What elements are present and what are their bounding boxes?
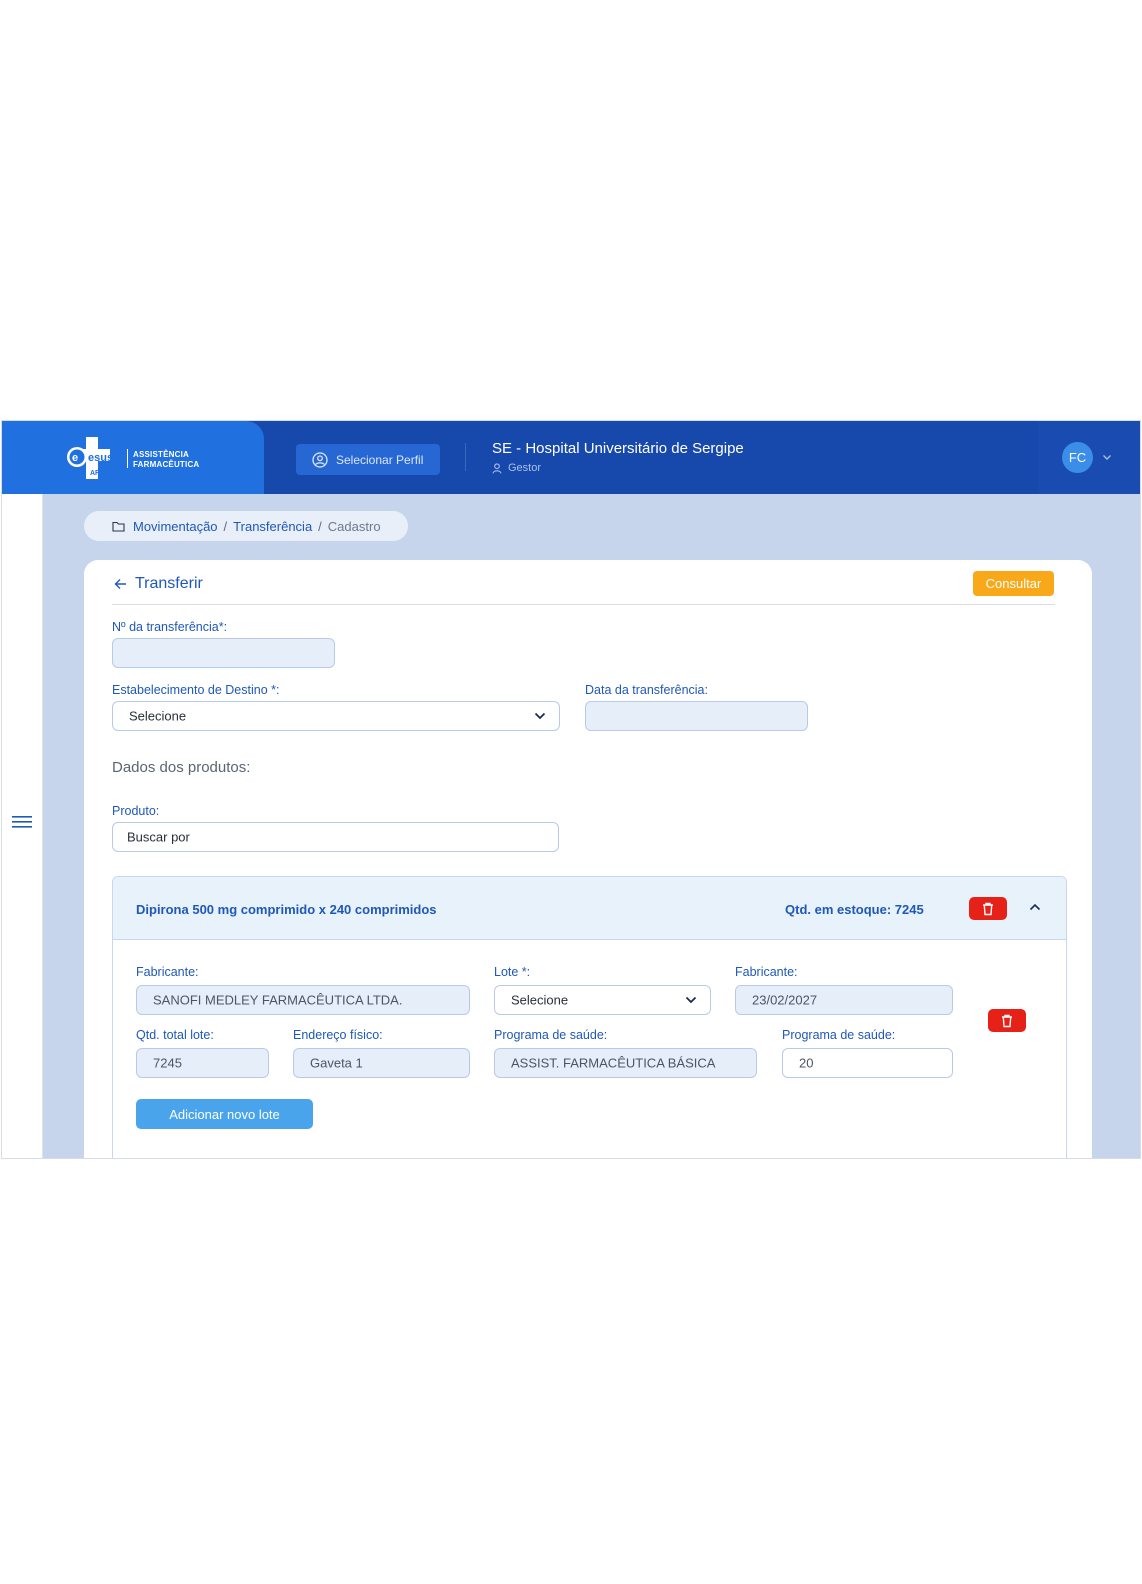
chevron-up-icon[interactable] [1029, 903, 1041, 911]
app-window: e esus AF ASSISTÊNCIA FARMACÊUTICA Selec… [1, 420, 1141, 1159]
quantity-label: Programa de saúde: [782, 1028, 896, 1042]
breadcrumb-separator: / [223, 518, 228, 534]
product-name: Dipirona 500 mg comprimido x 240 comprim… [136, 902, 437, 917]
user-menu[interactable]: FC [1038, 421, 1140, 494]
breadcrumb-movimentacao[interactable]: Movimentação [133, 519, 218, 534]
manufacturer-field: SANOFI MEDLEY FARMACÊUTICA LTDA. [136, 985, 470, 1015]
logo-text: ASSISTÊNCIA FARMACÊUTICA [133, 450, 199, 470]
destination-label: Estabelecimento de Destino *: [112, 683, 280, 697]
title-divider [112, 604, 1055, 605]
menu-icon[interactable] [12, 815, 32, 829]
product-label: Produto: [112, 804, 160, 818]
breadcrumb-separator: / [318, 518, 322, 534]
transfer-number-input[interactable] [112, 638, 335, 668]
total-qty-field: 7245 [136, 1048, 269, 1078]
arrow-left-icon[interactable] [114, 578, 127, 590]
svg-text:AF: AF [90, 470, 100, 477]
select-profile-button[interactable]: Selecionar Perfil [296, 444, 440, 475]
breadcrumb-current: Cadastro [327, 518, 381, 534]
breadcrumb: Movimentação / Transferência / Cadastro [84, 511, 408, 541]
avatar[interactable]: FC [1062, 442, 1093, 473]
transfer-date-input[interactable] [585, 701, 808, 731]
transfer-date-label: Data da transferência: [585, 683, 708, 697]
product-search-input[interactable]: Buscar por [112, 822, 559, 852]
expiry-field: 23/02/2027 [735, 985, 953, 1015]
quantity-input[interactable]: 20 [782, 1048, 953, 1078]
address-label: Endereço físico: [293, 1028, 383, 1042]
product-panel: Dipirona 500 mg comprimido x 240 comprim… [112, 876, 1067, 1158]
top-header: e esus AF ASSISTÊNCIA FARMACÊUTICA Selec… [2, 421, 1140, 494]
trash-icon [1002, 1014, 1012, 1027]
brand-area[interactable]: e esus AF ASSISTÊNCIA FARMACÊUTICA [2, 421, 264, 494]
program-value: ASSIST. FARMACÊUTICA BÁSICA [511, 1055, 716, 1071]
transfer-number-label: Nº da transferência*: [112, 620, 228, 634]
manufacturer-value: SANOFI MEDLEY FARMACÊUTICA LTDA. [153, 992, 403, 1008]
address-field: Gaveta 1 [293, 1048, 470, 1078]
logo-text-line2: FARMACÊUTICA [133, 460, 200, 469]
lot-select[interactable]: Selecione [494, 985, 711, 1015]
transfer-form-card: Transferir Consultar Nº da transferência… [84, 560, 1092, 1158]
product-search-placeholder: Buscar por [127, 829, 190, 845]
expiry-value: 23/02/2027 [752, 992, 818, 1008]
consult-button[interactable]: Consultar [973, 571, 1054, 596]
folder-icon [112, 521, 125, 532]
breadcrumb-transferencia[interactable]: Transferência [233, 519, 312, 534]
user-circle-icon [312, 451, 328, 468]
product-panel-header[interactable]: Dipirona 500 mg comprimido x 240 comprim… [113, 877, 1066, 940]
program-field: ASSIST. FARMACÊUTICA BÁSICA [494, 1048, 757, 1078]
quantity-value: 20 [799, 1055, 814, 1071]
logo-divider [127, 449, 128, 468]
user-role-label: Gestor [508, 462, 542, 474]
chevron-down-icon[interactable] [1102, 453, 1112, 461]
chevron-down-icon [685, 996, 697, 1004]
stock-quantity: Qtd. em estoque: 7245 [785, 902, 924, 917]
trash-icon [983, 902, 993, 915]
svg-text:e: e [72, 452, 78, 464]
chevron-down-icon [534, 712, 546, 720]
add-lot-button[interactable]: Adicionar novo lote [136, 1099, 313, 1129]
total-qty-label: Qtd. total lote: [136, 1028, 214, 1042]
logo-text-line1: ASSISTÊNCIA [133, 450, 189, 459]
products-section-title: Dados dos produtos: [112, 759, 251, 776]
program-label: Programa de saúde: [494, 1028, 608, 1042]
header-divider [465, 443, 466, 471]
svg-text:esus: esus [88, 452, 113, 464]
page-title: Transferir [135, 575, 203, 592]
lot-value: Selecione [511, 992, 569, 1008]
delete-product-button[interactable] [969, 897, 1007, 920]
select-profile-label: Selecionar Perfil [336, 452, 424, 467]
destination-select[interactable]: Selecione [112, 701, 560, 731]
address-value: Gaveta 1 [310, 1055, 363, 1071]
manufacturer-label: Fabricante: [136, 965, 199, 979]
delete-lot-button[interactable] [988, 1009, 1026, 1032]
esus-logo: e esus AF [67, 437, 113, 479]
sidebar [2, 494, 43, 1158]
lot-label: Lote *: [494, 965, 531, 979]
expiry-label: Fabricante: [735, 965, 798, 979]
user-icon [492, 462, 502, 474]
destination-value: Selecione [129, 708, 187, 724]
hospital-name: SE - Hospital Universitário de Sergipe [492, 440, 744, 457]
user-role: Gestor [492, 462, 541, 474]
total-qty-value: 7245 [153, 1055, 182, 1071]
